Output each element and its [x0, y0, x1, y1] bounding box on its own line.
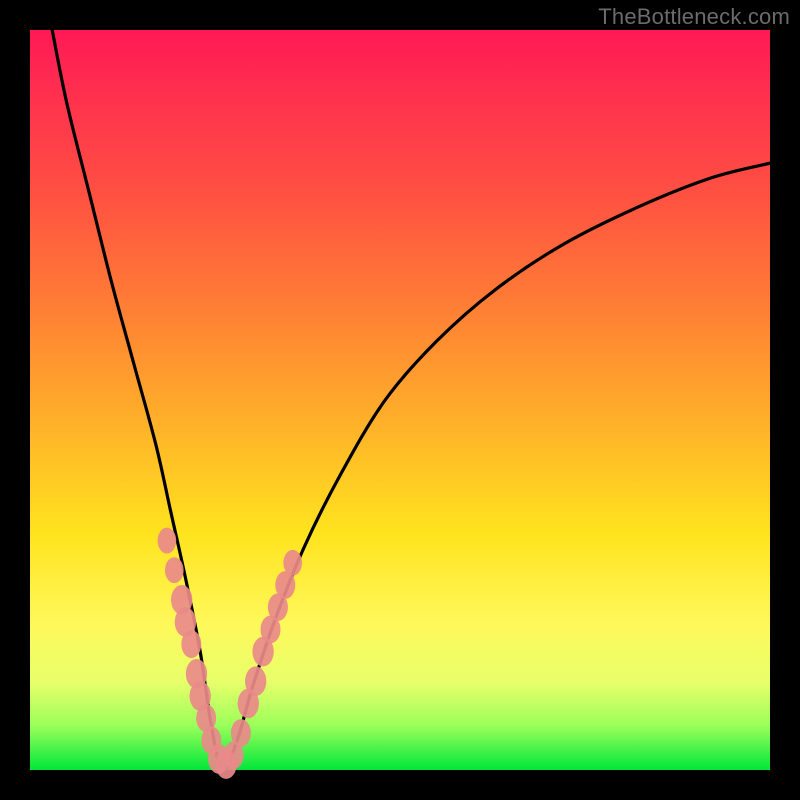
curve-marker [283, 550, 302, 576]
chart-frame: TheBottleneck.com [0, 0, 800, 800]
curve-marker [245, 666, 266, 696]
curve-marker [165, 557, 184, 583]
curve-marker [181, 630, 201, 658]
curve-marker [231, 719, 251, 747]
curve-markers [158, 528, 302, 779]
bottleneck-curve-svg [30, 30, 770, 770]
bottleneck-curve-path [52, 30, 770, 770]
curve-marker [158, 528, 177, 554]
watermark-label: TheBottleneck.com [598, 4, 790, 30]
plot-area [30, 30, 770, 770]
